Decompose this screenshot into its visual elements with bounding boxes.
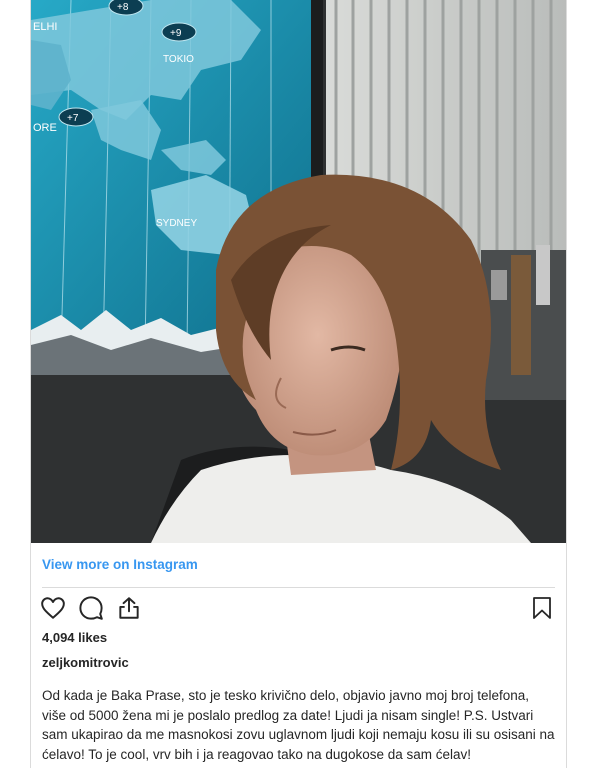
share-button[interactable]: [115, 594, 143, 622]
tz-badge-plus-9: +9: [170, 28, 182, 39]
divider: [42, 587, 555, 588]
username-link[interactable]: zeljkomitrovic: [42, 655, 129, 670]
map-label-delhi: ELHI: [33, 21, 57, 33]
tz-badge-plus-7: +7: [67, 113, 79, 124]
likes-count: 4,094 likes: [42, 630, 108, 645]
view-more-on-instagram-link[interactable]: View more on Instagram: [42, 557, 198, 572]
comment-button[interactable]: [77, 594, 105, 622]
heart-icon: [41, 597, 65, 619]
comment-icon: [79, 596, 103, 620]
post-caption: Od kada je Baka Prase, sto je tesko kriv…: [42, 688, 555, 762]
bookmark-icon: [533, 597, 551, 619]
map-label-tokyo: TOKIO: [163, 54, 194, 65]
post-actions: [39, 594, 143, 622]
save-button[interactable]: [528, 594, 556, 622]
post-photo[interactable]: ELHI TOKIO SYDNEY ORE +8 +9 +7: [31, 0, 566, 543]
share-icon: [119, 597, 139, 619]
like-button[interactable]: [39, 594, 67, 622]
tz-badge-plus-8: +8: [117, 2, 129, 13]
photo-illustration: ELHI TOKIO SYDNEY ORE +8 +9 +7: [31, 0, 566, 543]
map-label-sydney: SYDNEY: [156, 218, 197, 229]
map-label-singapore: ORE: [33, 122, 57, 134]
instagram-embed-card: ELHI TOKIO SYDNEY ORE +8 +9 +7 View more…: [30, 0, 567, 768]
